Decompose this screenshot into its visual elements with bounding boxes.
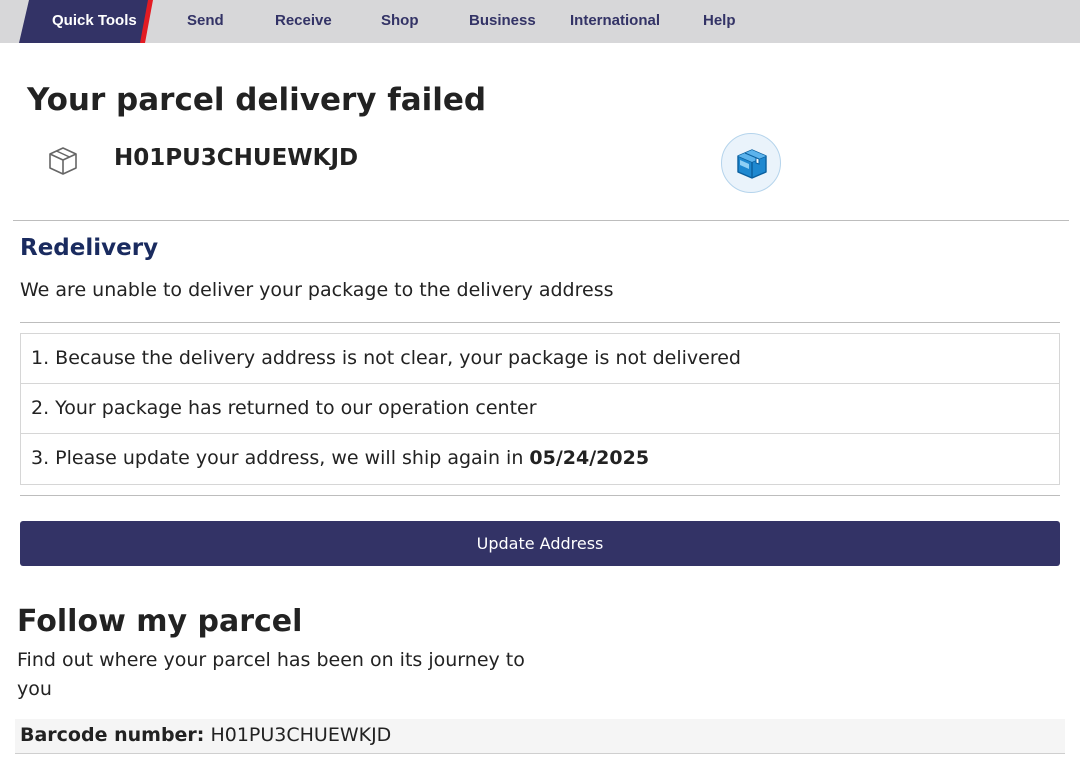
nav-item-shop[interactable]: Shop [381, 0, 419, 43]
box-outline-icon [47, 145, 79, 177]
divider [20, 495, 1060, 496]
barcode-label: Barcode number: [20, 724, 205, 746]
nav-item-receive[interactable]: Receive [275, 0, 332, 43]
top-nav: Quick Tools Send Receive Shop Business I… [0, 0, 1080, 43]
barcode-row: Barcode number: H01PU3CHUEWKJD [15, 719, 1065, 754]
redelivery-steps: 1. Because the delivery address is not c… [20, 333, 1060, 485]
package-icon [721, 133, 781, 193]
nav-item-send[interactable]: Send [187, 0, 224, 43]
redelivery-title: Redelivery [20, 235, 159, 261]
nav-item-business[interactable]: Business [469, 0, 536, 43]
ship-date: 05/24/2025 [529, 447, 650, 469]
divider [20, 322, 1060, 323]
update-address-button[interactable]: Update Address [20, 521, 1060, 566]
divider [13, 220, 1069, 221]
nav-item-quick-tools[interactable]: Quick Tools [52, 0, 137, 43]
list-item: 3. Please update your address, we will s… [21, 434, 1059, 484]
step-text: 3. Please update your address, we will s… [31, 447, 530, 469]
barcode-value: H01PU3CHUEWKJD [210, 724, 392, 746]
nav-item-international[interactable]: International [570, 0, 660, 43]
redelivery-description: We are unable to deliver your package to… [20, 279, 614, 301]
list-item: 2. Your package has returned to our oper… [21, 384, 1059, 434]
nav-item-help[interactable]: Help [703, 0, 736, 43]
tracking-number: H01PU3CHUEWKJD [114, 145, 359, 171]
page-title: Your parcel delivery failed [27, 82, 487, 118]
follow-description: Find out where your parcel has been on i… [17, 649, 525, 700]
follow-title: Follow my parcel [17, 604, 303, 639]
list-item: 1. Because the delivery address is not c… [21, 334, 1059, 384]
